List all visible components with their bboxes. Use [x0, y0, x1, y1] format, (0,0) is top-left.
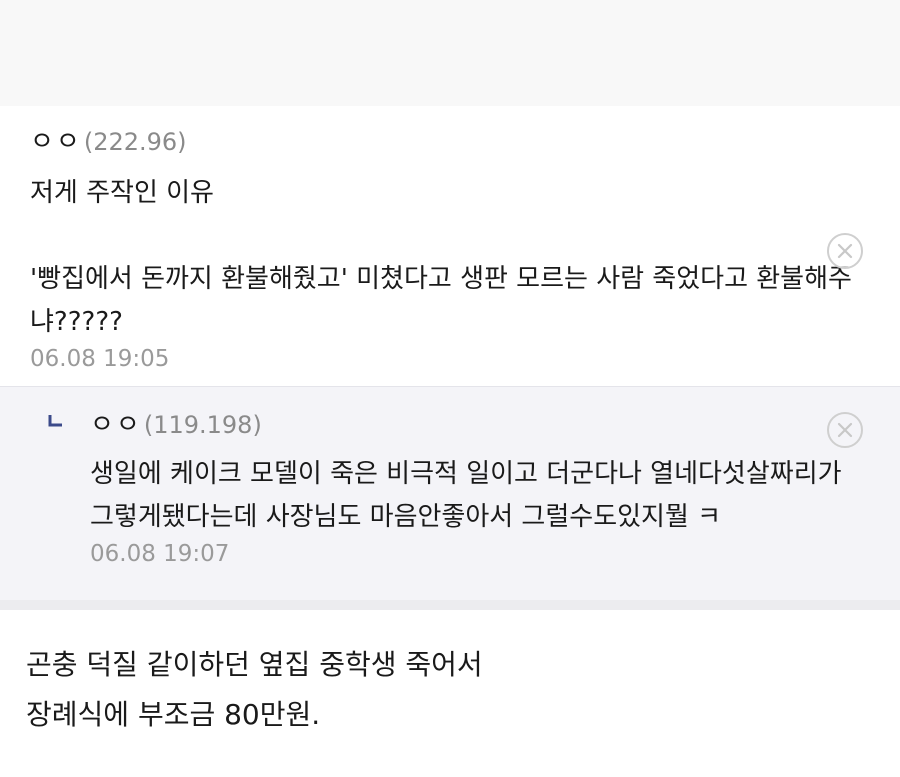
comment-delete-button[interactable] — [827, 233, 863, 269]
comment-body: 저게 주작인 이유 '빵집에서 돈까지 환불해줬고' 미쳤다고 생판 모르는 사… — [30, 178, 852, 337]
reply-comment: ㅇㅇ (119.198) 생일에 케이크 모델이 죽은 비극적 일이고 더군다나… — [0, 386, 900, 600]
top-spacer — [0, 0, 900, 106]
post-body: 곤충 덕질 같이하던 옆집 중학생 죽어서 장례식에 부조금 80만원. — [26, 648, 483, 731]
section-divider — [0, 600, 900, 610]
comment-ip: (222.96) — [83, 128, 187, 156]
page: ㅇㅇ (222.96) 저게 주작인 이유 '빵집에서 돈까지 환불해줬고' 미… — [0, 0, 900, 777]
comment-date: 06.08 19:05 — [30, 346, 170, 372]
reply-ip: (119.198) — [143, 411, 262, 439]
reply-date: 06.08 19:07 — [90, 541, 230, 567]
comment: ㅇㅇ (222.96) 저게 주작인 이유 '빵집에서 돈까지 환불해줬고' 미… — [0, 106, 900, 386]
comment-author[interactable]: ㅇㅇ — [30, 126, 82, 158]
reply-delete-button[interactable] — [827, 412, 863, 448]
reply-body: 생일에 케이크 모델이 죽은 비극적 일이고 더군다나 열네다섯살짜리가 그렇게… — [90, 459, 842, 532]
reply-content: ㅇㅇ (119.198) 생일에 케이크 모델이 죽은 비극적 일이고 더군다나… — [30, 409, 900, 567]
reply-author-line: ㅇㅇ (119.198) — [90, 409, 900, 441]
close-circle-icon — [837, 243, 853, 259]
comment-author-line: ㅇㅇ (222.96) — [30, 126, 900, 158]
close-circle-icon — [837, 422, 853, 438]
reply-arrow-icon — [48, 415, 62, 427]
reply-author[interactable]: ㅇㅇ — [90, 409, 142, 441]
